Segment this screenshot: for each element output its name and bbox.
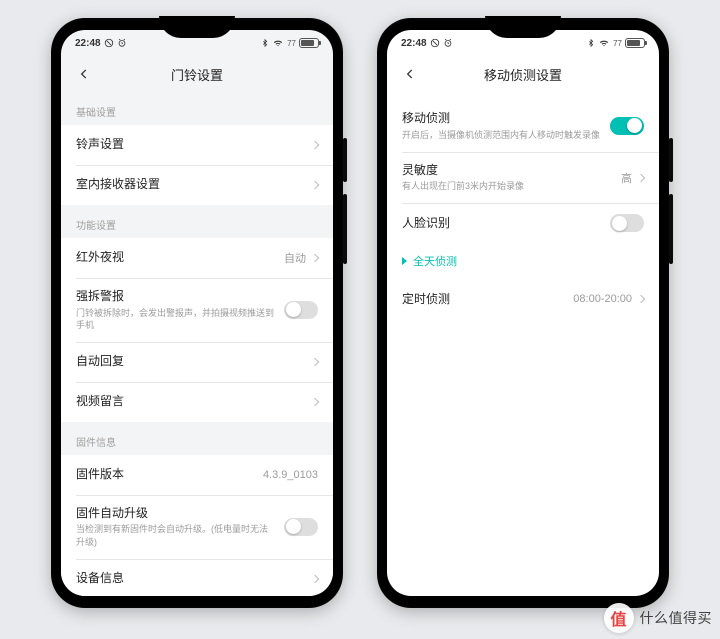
status-time: 22:48 xyxy=(401,38,427,49)
section-header-basic: 基础设置 xyxy=(61,92,333,125)
group-motion: 移动侦测 开启后，当摄像机侦测范围内有人移动时触发录像 灵敏度 有人出现在门前3… xyxy=(387,100,659,243)
back-button[interactable] xyxy=(399,63,421,85)
row-value: 08:00-20:00 xyxy=(573,293,632,305)
header: 移动侦测设置 xyxy=(387,56,659,92)
chevron-right-icon xyxy=(311,141,319,149)
tamper-alarm-toggle[interactable] xyxy=(284,301,318,319)
chevron-right-icon xyxy=(311,358,319,366)
row-label: 定时侦测 xyxy=(402,292,573,308)
watermark-text: 什么值得买 xyxy=(640,608,713,628)
alarm-icon xyxy=(117,38,127,48)
row-sensitivity[interactable]: 灵敏度 有人出现在门前3米内开始录像 高 xyxy=(387,152,659,204)
dnd-icon xyxy=(104,38,114,48)
tab-label: 全天侦测 xyxy=(413,253,457,269)
battery-icon xyxy=(299,38,319,48)
phone-right: 22:48 77 移动侦测设置 xyxy=(377,18,669,608)
group-firmware: 固件版本 4.3.9_0103 固件自动升级 当检测到有新固件时会自动升级。(低… xyxy=(61,455,333,596)
row-label: 人脸识别 xyxy=(402,216,610,232)
row-label: 设备信息 xyxy=(76,571,312,587)
row-device-info[interactable]: 设备信息 xyxy=(61,559,333,596)
chevron-right-icon xyxy=(637,295,645,303)
screen-doorbell-settings: 22:48 77 门铃设置 基础设置 xyxy=(61,30,333,596)
page-title: 移动侦测设置 xyxy=(387,65,659,84)
section-header-firmware: 固件信息 xyxy=(61,422,333,455)
row-value: 4.3.9_0103 xyxy=(263,469,318,481)
chevron-right-icon xyxy=(311,575,319,583)
row-sub: 当检测到有新固件时会自动升级。(低电量时无法升级) xyxy=(76,523,284,547)
chevron-right-icon xyxy=(311,254,319,262)
row-ringtone-settings[interactable]: 铃声设置 xyxy=(61,125,333,165)
wifi-icon xyxy=(272,38,284,48)
group-features: 红外夜视 自动 强拆警报 门铃被拆除时，会发出警报声，并拍摄视频推送到手机 自动… xyxy=(61,238,333,422)
row-label: 灵敏度 xyxy=(402,163,621,179)
header: 门铃设置 xyxy=(61,56,333,92)
row-sub: 开启后，当摄像机侦测范围内有人移动时触发录像 xyxy=(402,129,610,141)
row-face-recognition[interactable]: 人脸识别 xyxy=(387,203,659,243)
dnd-icon xyxy=(430,38,440,48)
row-value: 自动 xyxy=(284,250,306,266)
screen-motion-detection: 22:48 77 移动侦测设置 xyxy=(387,30,659,596)
row-indoor-receiver[interactable]: 室内接收器设置 xyxy=(61,165,333,205)
page-title: 门铃设置 xyxy=(61,65,333,84)
motion-detection-toggle[interactable] xyxy=(610,117,644,135)
row-sub: 有人出现在门前3米内开始录像 xyxy=(402,180,621,192)
battery-icon xyxy=(625,38,645,48)
row-label: 铃声设置 xyxy=(76,137,312,153)
watermark: 值 什么值得买 xyxy=(604,603,713,633)
row-label: 移动侦测 xyxy=(402,111,610,127)
battery-percent: 77 xyxy=(613,39,622,48)
triangle-right-icon xyxy=(402,257,407,265)
group-schedule: 定时侦测 08:00-20:00 xyxy=(387,279,659,319)
back-button[interactable] xyxy=(73,63,95,85)
section-header-features: 功能设置 xyxy=(61,205,333,238)
tab-all-day-detection[interactable]: 全天侦测 xyxy=(387,243,659,279)
status-time: 22:48 xyxy=(75,38,101,49)
phone-left: 22:48 77 门铃设置 基础设置 xyxy=(51,18,343,608)
watermark-badge: 值 xyxy=(604,603,634,633)
row-label: 视频留言 xyxy=(76,394,312,410)
row-auto-reply[interactable]: 自动回复 xyxy=(61,342,333,382)
alarm-icon xyxy=(443,38,453,48)
row-label: 固件自动升级 xyxy=(76,506,284,522)
chevron-right-icon xyxy=(637,173,645,181)
row-label: 强拆警报 xyxy=(76,289,284,305)
row-label: 红外夜视 xyxy=(76,250,284,266)
bluetooth-icon xyxy=(587,38,595,48)
row-auto-upgrade[interactable]: 固件自动升级 当检测到有新固件时会自动升级。(低电量时无法升级) xyxy=(61,495,333,559)
chevron-right-icon xyxy=(311,398,319,406)
group-basic: 铃声设置 室内接收器设置 xyxy=(61,125,333,205)
face-recognition-toggle[interactable] xyxy=(610,214,644,232)
wifi-icon xyxy=(598,38,610,48)
battery-percent: 77 xyxy=(287,39,296,48)
bluetooth-icon xyxy=(261,38,269,48)
row-value: 高 xyxy=(621,170,632,186)
row-sub: 门铃被拆除时，会发出警报声，并拍摄视频推送到手机 xyxy=(76,307,284,331)
auto-upgrade-toggle[interactable] xyxy=(284,518,318,536)
row-scheduled-detection[interactable]: 定时侦测 08:00-20:00 xyxy=(387,279,659,319)
row-label: 固件版本 xyxy=(76,467,263,483)
chevron-right-icon xyxy=(311,181,319,189)
row-motion-detection[interactable]: 移动侦测 开启后，当摄像机侦测范围内有人移动时触发录像 xyxy=(387,100,659,152)
row-label: 室内接收器设置 xyxy=(76,177,312,193)
row-video-message[interactable]: 视频留言 xyxy=(61,382,333,422)
row-firmware-version[interactable]: 固件版本 4.3.9_0103 xyxy=(61,455,333,495)
notch xyxy=(159,16,235,38)
row-label: 自动回复 xyxy=(76,354,312,370)
row-tamper-alarm[interactable]: 强拆警报 门铃被拆除时，会发出警报声，并拍摄视频推送到手机 xyxy=(61,278,333,342)
row-ir-night-vision[interactable]: 红外夜视 自动 xyxy=(61,238,333,278)
notch xyxy=(485,16,561,38)
